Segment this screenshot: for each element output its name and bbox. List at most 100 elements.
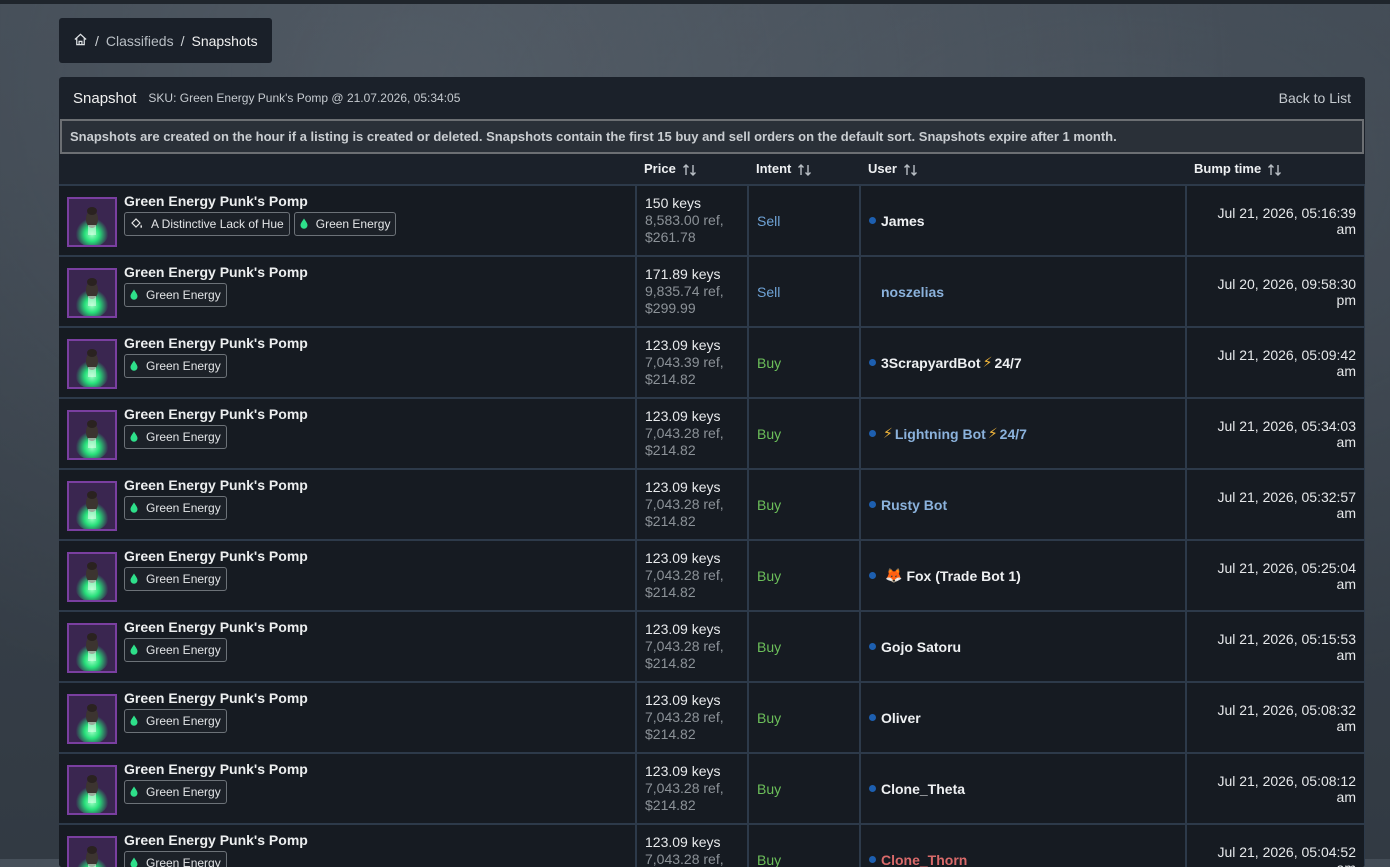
user-link[interactable]: Clone_Thorn [869, 852, 1185, 867]
item-name[interactable]: Green Energy Punk's Pomp [124, 406, 308, 422]
table-row[interactable]: Green Energy Punk's Pomp Green Energy 12… [59, 398, 1365, 469]
user-link[interactable]: Gojo Satoru [869, 639, 1185, 655]
price-ref: 9,835.74 ref, [645, 283, 747, 300]
table-row[interactable]: Green Energy Punk's Pomp Green Energy 12… [59, 327, 1365, 398]
header-price[interactable]: Price [636, 154, 748, 185]
item-thumbnail[interactable] [67, 623, 117, 673]
panel-sku: SKU: Green Energy Punk's Pomp @ 21.07.20… [148, 91, 460, 105]
user-name: 3ScrapyardBot [881, 355, 981, 371]
price-cell: 150 keys 8,583.00 ref, $261.78 [636, 185, 748, 256]
item-name[interactable]: Green Energy Punk's Pomp [124, 690, 308, 706]
intent-label: Sell [757, 284, 780, 300]
user-link[interactable]: noszelias [869, 284, 1185, 300]
item-tags: Green Energy [124, 283, 308, 307]
header-intent[interactable]: Intent [748, 154, 860, 185]
item-thumbnail[interactable] [67, 552, 117, 602]
item-name[interactable]: Green Energy Punk's Pomp [124, 548, 308, 564]
table-row[interactable]: Green Energy Punk's Pomp Green Energy 17… [59, 256, 1365, 327]
item-name[interactable]: Green Energy Punk's Pomp [124, 335, 308, 351]
item-thumbnail[interactable] [67, 836, 117, 867]
drop-icon [130, 360, 142, 371]
header-user[interactable]: User [860, 154, 1186, 185]
user-link[interactable]: Clone_Theta [869, 781, 1185, 797]
table-row[interactable]: Green Energy Punk's Pomp Green Energy 12… [59, 753, 1365, 824]
home-icon[interactable] [73, 32, 88, 50]
panel-title: Snapshot [73, 90, 136, 107]
table-row[interactable]: Green Energy Punk's Pomp Green Energy 12… [59, 469, 1365, 540]
item-thumbnail[interactable] [67, 268, 117, 318]
item-tag-label: Green Energy [146, 856, 221, 867]
price-keys: 123.09 keys [645, 479, 747, 496]
bump-time-cell: Jul 21, 2026, 05:32:57 am [1186, 469, 1365, 540]
user-name: Gojo Satoru [881, 639, 961, 655]
sort-icon[interactable] [797, 163, 813, 177]
item-cell: Green Energy Punk's Pomp Green Energy [59, 682, 636, 753]
bump-time: Jul 21, 2026, 05:25:04 am [1217, 560, 1356, 592]
item-cell: Green Energy Punk's Pomp Green Energy [59, 540, 636, 611]
table-row[interactable]: Green Energy Punk's Pomp Green Energy 12… [59, 611, 1365, 682]
price-usd: $214.82 [645, 371, 747, 388]
item-name[interactable]: Green Energy Punk's Pomp [124, 761, 308, 777]
intent-cell: Buy [748, 682, 860, 753]
item-name[interactable]: Green Energy Punk's Pomp [124, 193, 396, 209]
user-link[interactable]: ⚡Lightning Bot⚡24/7 [869, 425, 1185, 442]
table-row[interactable]: Green Energy Punk's Pomp Green Energy 12… [59, 824, 1365, 867]
bump-time: Jul 21, 2026, 05:15:53 am [1217, 631, 1356, 663]
bump-time: Jul 21, 2026, 05:08:12 am [1217, 773, 1356, 805]
intent-label: Buy [757, 355, 781, 371]
price-cell: 123.09 keys 7,043.28 ref, $214.82 [636, 611, 748, 682]
breadcrumb-classifieds[interactable]: Classifieds [106, 33, 174, 49]
user-name: Clone_Thorn [881, 852, 967, 867]
user-suffix: 24/7 [994, 355, 1021, 371]
user-link[interactable]: Oliver [869, 710, 1185, 726]
header-intent-label: Intent [756, 161, 791, 176]
intent-cell: Buy [748, 753, 860, 824]
user-link[interactable]: 🦊Fox (Trade Bot 1) [869, 567, 1185, 584]
online-status-dot [869, 217, 876, 224]
item-cell: Green Energy Punk's Pomp A Distinctive L… [59, 185, 636, 256]
bump-time-cell: Jul 20, 2026, 09:58:30 pm [1186, 256, 1365, 327]
intent-cell: Buy [748, 398, 860, 469]
price-ref: 7,043.28 ref, [645, 851, 747, 867]
item-name[interactable]: Green Energy Punk's Pomp [124, 264, 308, 280]
sort-icon[interactable] [1267, 163, 1283, 177]
item-thumbnail[interactable] [67, 481, 117, 531]
price-cell: 123.09 keys 7,043.28 ref, $214.82 [636, 398, 748, 469]
item-thumbnail[interactable] [67, 694, 117, 744]
table-row[interactable]: Green Energy Punk's Pomp A Distinctive L… [59, 185, 1365, 256]
user-name: Rusty Bot [881, 497, 947, 513]
item-name[interactable]: Green Energy Punk's Pomp [124, 619, 308, 635]
price-keys: 123.09 keys [645, 337, 747, 354]
item-thumbnail[interactable] [67, 339, 117, 389]
bump-time-cell: Jul 21, 2026, 05:15:53 am [1186, 611, 1365, 682]
sort-icon[interactable] [682, 163, 698, 177]
item-tag: A Distinctive Lack of Hue [124, 212, 290, 236]
item-tags: Green Energy [124, 709, 308, 733]
header-bump-time[interactable]: Bump time [1186, 154, 1365, 185]
item-name[interactable]: Green Energy Punk's Pomp [124, 477, 308, 493]
item-thumbnail[interactable] [67, 410, 117, 460]
table-row[interactable]: Green Energy Punk's Pomp Green Energy 12… [59, 540, 1365, 611]
user-link[interactable]: 3ScrapyardBot⚡24/7 [869, 354, 1185, 371]
drop-icon [130, 644, 142, 655]
user-link[interactable]: Rusty Bot [869, 497, 1185, 513]
user-name: Oliver [881, 710, 921, 726]
user-link[interactable]: James [869, 213, 1185, 229]
price-ref: 7,043.28 ref, [645, 567, 747, 584]
item-tag: Green Energy [124, 425, 227, 449]
item-name[interactable]: Green Energy Punk's Pomp [124, 832, 308, 848]
item-tag: Green Energy [124, 496, 227, 520]
user-cell: Clone_Thorn [860, 824, 1186, 867]
bump-time: Jul 21, 2026, 05:04:52 am [1217, 844, 1356, 867]
sort-icon[interactable] [903, 163, 919, 177]
lightning-icon: ⚡ [983, 354, 993, 371]
table-row[interactable]: Green Energy Punk's Pomp Green Energy 12… [59, 682, 1365, 753]
price-keys: 123.09 keys [645, 408, 747, 425]
online-status-dot [869, 785, 876, 792]
bump-time: Jul 20, 2026, 09:58:30 pm [1217, 276, 1356, 308]
online-status-dot [869, 856, 876, 863]
back-to-list-link[interactable]: Back to List [1279, 90, 1351, 106]
item-thumbnail[interactable] [67, 765, 117, 815]
price-cell: 171.89 keys 9,835.74 ref, $299.99 [636, 256, 748, 327]
item-thumbnail[interactable] [67, 197, 117, 247]
